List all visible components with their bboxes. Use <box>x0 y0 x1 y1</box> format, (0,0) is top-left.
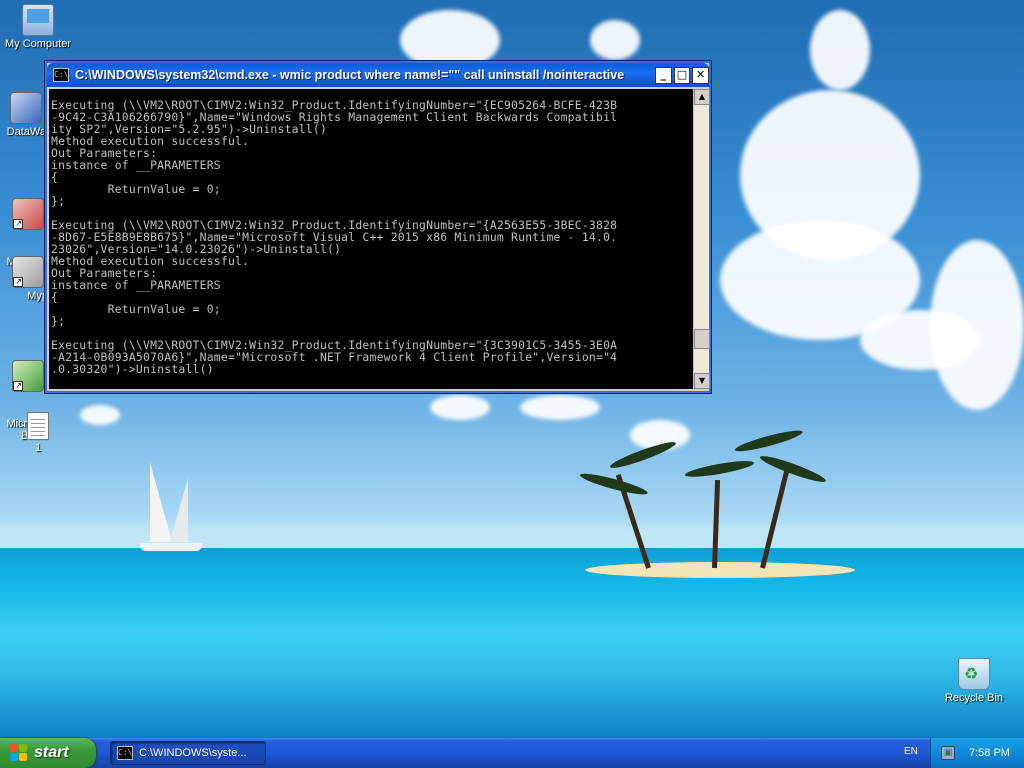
taskbar-item-label: C:\WINDOWS\syste... <box>139 747 247 759</box>
desktop-icon-label: Myp <box>27 290 48 302</box>
cloud <box>860 310 980 370</box>
network-icon[interactable]: ▣ <box>941 746 955 760</box>
cloud <box>810 10 870 90</box>
recycle-bin-icon <box>958 658 990 690</box>
cloud <box>520 395 600 420</box>
scroll-down-button[interactable]: ▼ <box>694 373 710 389</box>
cloud <box>590 20 640 60</box>
taskbar: start C:\ C:\WINDOWS\syste... EN ▣ 7:58 … <box>0 738 1024 768</box>
shortcut-arrow-icon: ↗ <box>13 219 23 229</box>
cmd-window-title: C:\WINDOWS\system32\cmd.exe - wmic produ… <box>75 68 625 82</box>
desktop-icon-datawa[interactable]: DataWa <box>0 92 46 138</box>
taskbar-item-cmd[interactable]: C:\ C:\WINDOWS\syste... <box>110 741 266 765</box>
desktop-icon-my-computer[interactable]: My Computer <box>0 4 76 50</box>
close-button[interactable]: ✕ <box>692 66 709 84</box>
console-output-area[interactable]: Executing (\\VM2\ROOT\CIMV2:Win32_Produc… <box>49 89 693 389</box>
clock[interactable]: 7:58 PM <box>969 747 1010 759</box>
desktop-icon-label: 1 <box>34 442 42 454</box>
cmd-titlebar[interactable]: C:\ C:\WINDOWS\system32\cmd.exe - wmic p… <box>47 63 709 87</box>
desktop-icon-file-1[interactable]: 1 <box>0 412 76 454</box>
windows-logo-icon <box>10 744 28 762</box>
sailboat-sail <box>170 478 188 542</box>
vertical-scrollbar[interactable]: ▲ ▼ <box>693 89 710 389</box>
desktop-icon-recycle-bin[interactable]: Recycle Bin <box>936 658 1012 704</box>
sea <box>0 548 1024 738</box>
shortcut-arrow-icon: ↗ <box>13 381 23 391</box>
scroll-up-button[interactable]: ▲ <box>694 89 710 105</box>
desktop-icon-label: DataWa <box>6 126 46 138</box>
cmd-app-icon[interactable]: C:\ <box>53 68 69 82</box>
application-icon: ↗ <box>12 256 44 288</box>
palm-frond <box>758 452 828 486</box>
desktop-icon-myp[interactable]: ↗ Myp <box>0 256 48 302</box>
language-indicator[interactable]: EN <box>904 746 918 757</box>
cmd-window[interactable]: C:\ C:\WINDOWS\system32\cmd.exe - wmic p… <box>44 60 712 394</box>
start-button[interactable]: start <box>0 738 96 768</box>
computer-icon <box>22 4 54 36</box>
text-document-icon <box>27 412 49 440</box>
palm-frond <box>578 470 649 498</box>
cloud <box>430 395 490 420</box>
desktop-icon-label: Recycle Bin <box>944 692 1004 704</box>
desktop-icon-label: My Computer <box>4 38 72 50</box>
scroll-thumb[interactable] <box>694 329 710 349</box>
minimize-button[interactable]: _ <box>654 66 672 84</box>
application-icon <box>10 92 42 124</box>
application-icon: ↗ <box>12 360 44 392</box>
palm-frond <box>733 427 804 455</box>
sailboat-sail <box>150 462 172 542</box>
shortcut-arrow-icon: ↗ <box>13 277 23 287</box>
sailboat-hull <box>140 543 202 551</box>
palm-frond <box>684 457 755 480</box>
cloud <box>80 405 120 425</box>
maximize-button[interactable]: □ <box>673 66 691 84</box>
application-icon: ↗ <box>12 198 44 230</box>
system-tray: ▣ 7:58 PM <box>930 738 1024 768</box>
cmd-app-icon: C:\ <box>117 746 133 760</box>
start-label: start <box>34 744 69 761</box>
island-sand <box>585 562 855 578</box>
console-text: Executing (\\VM2\ROOT\CIMV2:Win32_Produc… <box>51 98 618 376</box>
